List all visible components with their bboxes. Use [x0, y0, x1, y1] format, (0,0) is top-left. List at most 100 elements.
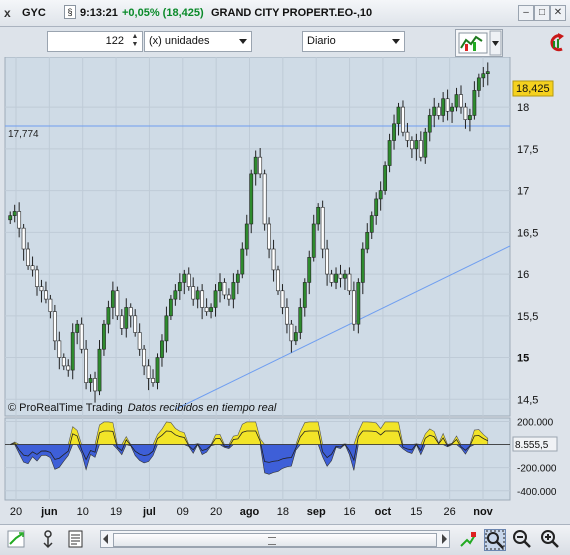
- indicator-value-label: 8.555,5: [515, 440, 549, 451]
- candle: [102, 323, 106, 350]
- zoom-in-icon[interactable]: [540, 529, 560, 549]
- candle: [396, 106, 401, 125]
- candle: [128, 307, 133, 317]
- time-tick-label: oct: [375, 506, 392, 518]
- chart-type-button[interactable]: [455, 29, 503, 57]
- units-type-select[interactable]: (x) unidades: [144, 31, 252, 52]
- time-scrollbar[interactable]: [100, 530, 450, 548]
- candle: [240, 248, 245, 275]
- candle: [427, 115, 432, 133]
- price-chart[interactable]: 18 17,5 17 16,5 16 15,5 15 14,5 200.000 -200.000 -…: [0, 57, 570, 524]
- candle: [235, 273, 240, 283]
- candle: [320, 206, 325, 250]
- candle: [311, 223, 316, 258]
- candle: [66, 365, 71, 371]
- time-axis: 20 jun 10 19 jul 09 20 ago 18 sep 16 oct 15 26 nov: [10, 506, 494, 518]
- candle: [21, 227, 26, 250]
- time-tick-label: 16: [343, 506, 355, 518]
- candle: [168, 298, 173, 317]
- candle: [249, 173, 254, 225]
- candle: [258, 156, 263, 175]
- candle: [218, 282, 222, 292]
- candle: [70, 332, 75, 371]
- candle: [222, 282, 227, 296]
- candle: [133, 315, 138, 333]
- time-tick-label: sep: [307, 506, 326, 518]
- candle: [209, 307, 213, 312]
- pointer-icon[interactable]: [38, 529, 58, 549]
- zoom-area-icon[interactable]: [484, 529, 506, 551]
- candle: [44, 290, 48, 300]
- units-input[interactable]: 122 ▲ ▼: [47, 31, 143, 52]
- restore-button[interactable]: □: [534, 5, 550, 21]
- indicator-value-tag: 8.555,5: [512, 436, 558, 452]
- indicator-tick-label: -400.000: [517, 487, 557, 498]
- candle: [329, 273, 334, 283]
- candle: [347, 273, 352, 292]
- candle: [409, 140, 414, 150]
- candle: [200, 290, 205, 308]
- link-icon[interactable]: §: [64, 5, 76, 19]
- candle: [338, 273, 343, 279]
- period-select[interactable]: Diario: [302, 31, 405, 52]
- candle: [110, 290, 115, 308]
- candle: [271, 248, 276, 271]
- time-tick-label: 19: [110, 506, 122, 518]
- candle: [351, 290, 356, 325]
- candle: [454, 94, 459, 108]
- layout-icon[interactable]: [458, 529, 478, 549]
- candle: [26, 248, 30, 267]
- price-tick-label: 18: [517, 102, 529, 114]
- zoom-out-icon[interactable]: [512, 529, 532, 549]
- time-tick-label: jun: [40, 506, 58, 518]
- price-tick-label: 17,5: [517, 144, 538, 156]
- price-tick-label: 17: [517, 186, 529, 198]
- time-tick-label: nov: [473, 506, 493, 518]
- candle: [423, 131, 428, 158]
- price-tick-label: 15,5: [517, 311, 538, 323]
- candle: [164, 315, 169, 342]
- candle: [369, 215, 374, 233]
- candle: [173, 290, 178, 300]
- candle: [191, 286, 196, 300]
- chart-toolbar: 122 ▲ ▼ (x) unidades Diario: [0, 27, 570, 57]
- price-tick-label: 14,5: [517, 394, 538, 406]
- candle: [244, 223, 249, 250]
- candle: [285, 307, 289, 325]
- candle: [39, 286, 44, 292]
- candle: [79, 323, 84, 350]
- candle: [293, 332, 298, 342]
- candle: [276, 269, 280, 292]
- candle: [124, 307, 129, 329]
- trend-tool-icon[interactable]: [6, 529, 26, 549]
- candle: [12, 211, 17, 216]
- units-stepper[interactable]: ▲ ▼: [129, 33, 141, 50]
- candle: [302, 282, 307, 308]
- candle: [280, 290, 285, 308]
- quote-time: 9:13:21: [80, 7, 118, 19]
- instrument-name: GRAND CITY PROPERT.EO-,10: [211, 7, 373, 19]
- time-tick-label: 09: [177, 506, 189, 518]
- chart-type-icon: [458, 30, 502, 56]
- candle: [115, 290, 120, 317]
- ticker-label: GYC: [22, 7, 46, 19]
- units-type-label: (x) unidades: [149, 35, 210, 47]
- time-tick-label: 15: [410, 506, 422, 518]
- scroll-left-icon[interactable]: [103, 534, 108, 544]
- candle: [459, 94, 463, 108]
- properties-icon[interactable]: [66, 529, 86, 549]
- candle: [476, 77, 481, 91]
- close-icon[interactable]: x: [4, 6, 11, 20]
- close-window-button[interactable]: ✕: [550, 5, 566, 21]
- support-line-label: 17,774: [8, 129, 39, 140]
- scroll-thumb[interactable]: [113, 533, 437, 547]
- candle: [356, 282, 361, 325]
- price-tick-label: 15: [517, 353, 529, 365]
- candle: [227, 294, 231, 300]
- time-tick-label: 10: [77, 506, 89, 518]
- candle: [468, 115, 472, 120]
- scroll-right-icon[interactable]: [442, 534, 447, 544]
- units-value: 122: [105, 35, 124, 47]
- minimize-button[interactable]: ‒: [518, 5, 534, 21]
- refresh-icon[interactable]: [547, 31, 567, 57]
